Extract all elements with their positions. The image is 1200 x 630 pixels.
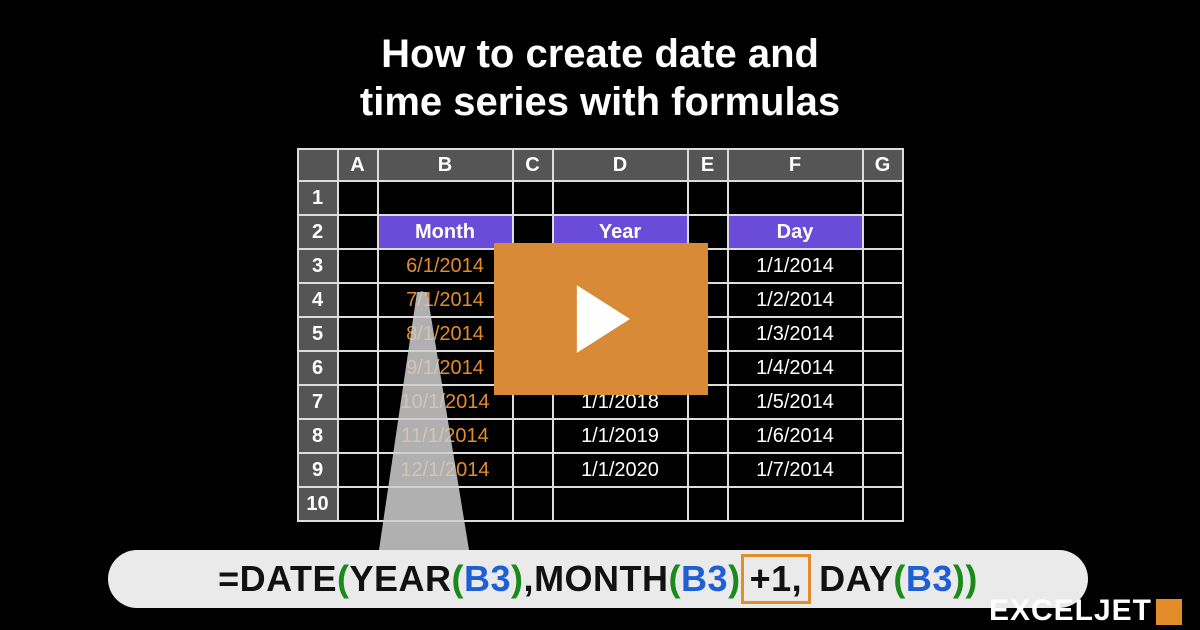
- row-header-6: 6: [298, 351, 338, 385]
- cell-C10: [513, 487, 553, 521]
- cell-B7: 10/1/2014: [378, 385, 513, 419]
- cell-D1: [553, 181, 688, 215]
- cell-A2: [338, 215, 378, 249]
- title-line-2: time series with formulas: [360, 80, 840, 124]
- cell-F7: 1/5/2014: [728, 385, 863, 419]
- grid-corner: [298, 149, 338, 181]
- cell-G9: [863, 453, 903, 487]
- cell-B9: 12/1/2014: [378, 453, 513, 487]
- cell-F5: 1/3/2014: [728, 317, 863, 351]
- cell-D10: [553, 487, 688, 521]
- cell-E9: [688, 453, 728, 487]
- cell-F2: Day: [728, 215, 863, 249]
- title-line-1: How to create date and: [381, 32, 819, 76]
- col-header-D: D: [553, 149, 688, 181]
- col-header-G: G: [863, 149, 903, 181]
- formula-fn-year: YEAR: [349, 558, 451, 600]
- cell-E10: [688, 487, 728, 521]
- cell-G4: [863, 283, 903, 317]
- formula-bar: = DATE ( YEAR ( B3 ) , MONTH ( B3 ) +1, …: [108, 550, 1088, 608]
- cell-B10: [378, 487, 513, 521]
- cell-G6: [863, 351, 903, 385]
- formula-ref: B3: [464, 558, 511, 600]
- cell-A1: [338, 181, 378, 215]
- paren-open: (: [452, 558, 465, 600]
- logo-text: EXCELJET: [989, 594, 1152, 627]
- cell-B1: [378, 181, 513, 215]
- row-header-4: 4: [298, 283, 338, 317]
- cell-B6: 9/1/2014: [378, 351, 513, 385]
- row-header-8: 8: [298, 419, 338, 453]
- row-header-5: 5: [298, 317, 338, 351]
- cell-F9: 1/7/2014: [728, 453, 863, 487]
- col-header-E: E: [688, 149, 728, 181]
- play-button[interactable]: [494, 243, 708, 395]
- formula-fn-day: DAY: [819, 558, 893, 600]
- cell-E8: [688, 419, 728, 453]
- formula-eq: =: [218, 558, 240, 600]
- cell-B2: Month: [378, 215, 513, 249]
- brand-logo: EXCELJET: [989, 594, 1182, 628]
- formula-fn-month: MONTH: [534, 558, 668, 600]
- cell-C8: [513, 419, 553, 453]
- cell-A7: [338, 385, 378, 419]
- row-header-1: 1: [298, 181, 338, 215]
- paren-close: ): [728, 558, 741, 600]
- cell-G3: [863, 249, 903, 283]
- cell-F3: 1/1/2014: [728, 249, 863, 283]
- cell-F6: 1/4/2014: [728, 351, 863, 385]
- cell-A5: [338, 317, 378, 351]
- paren-close: ): [953, 558, 966, 600]
- col-header-C: C: [513, 149, 553, 181]
- paren-open: (: [893, 558, 906, 600]
- col-header-B: B: [378, 149, 513, 181]
- col-header-F: F: [728, 149, 863, 181]
- cell-D8: 1/1/2019: [553, 419, 688, 453]
- cell-A6: [338, 351, 378, 385]
- cell-B4: 7/1/2014: [378, 283, 513, 317]
- play-icon: [572, 285, 630, 353]
- cell-G8: [863, 419, 903, 453]
- row-header-7: 7: [298, 385, 338, 419]
- cell-G7: [863, 385, 903, 419]
- paren-close: ): [511, 558, 524, 600]
- formula-fn-date: DATE: [240, 558, 337, 600]
- cell-C9: [513, 453, 553, 487]
- page-title: How to create date and time series with …: [0, 0, 1200, 126]
- row-header-9: 9: [298, 453, 338, 487]
- cell-G5: [863, 317, 903, 351]
- cell-G1: [863, 181, 903, 215]
- cell-G10: [863, 487, 903, 521]
- formula-ref: B3: [906, 558, 953, 600]
- cell-C1: [513, 181, 553, 215]
- paren-open: (: [669, 558, 682, 600]
- cell-E1: [688, 181, 728, 215]
- paren-open: (: [337, 558, 350, 600]
- col-header-A: A: [338, 149, 378, 181]
- cell-F4: 1/2/2014: [728, 283, 863, 317]
- cell-F1: [728, 181, 863, 215]
- cell-F10: [728, 487, 863, 521]
- cell-A8: [338, 419, 378, 453]
- cell-B8: 11/1/2014: [378, 419, 513, 453]
- cell-A3: [338, 249, 378, 283]
- cell-G2: [863, 215, 903, 249]
- formula-comma: ,: [524, 558, 535, 600]
- cell-A9: [338, 453, 378, 487]
- formula-ref: B3: [681, 558, 728, 600]
- formula-comma: ,: [792, 558, 803, 599]
- formula-plus1: +1: [750, 558, 792, 599]
- cell-D9: 1/1/2020: [553, 453, 688, 487]
- row-header-3: 3: [298, 249, 338, 283]
- row-header-10: 10: [298, 487, 338, 521]
- row-header-2: 2: [298, 215, 338, 249]
- cell-A10: [338, 487, 378, 521]
- paren-close: ): [965, 558, 978, 600]
- logo-icon: [1156, 599, 1182, 625]
- formula-highlight: +1,: [741, 554, 812, 603]
- cell-A4: [338, 283, 378, 317]
- cell-B5: 8/1/2014: [378, 317, 513, 351]
- cell-B3: 6/1/2014: [378, 249, 513, 283]
- cell-F8: 1/6/2014: [728, 419, 863, 453]
